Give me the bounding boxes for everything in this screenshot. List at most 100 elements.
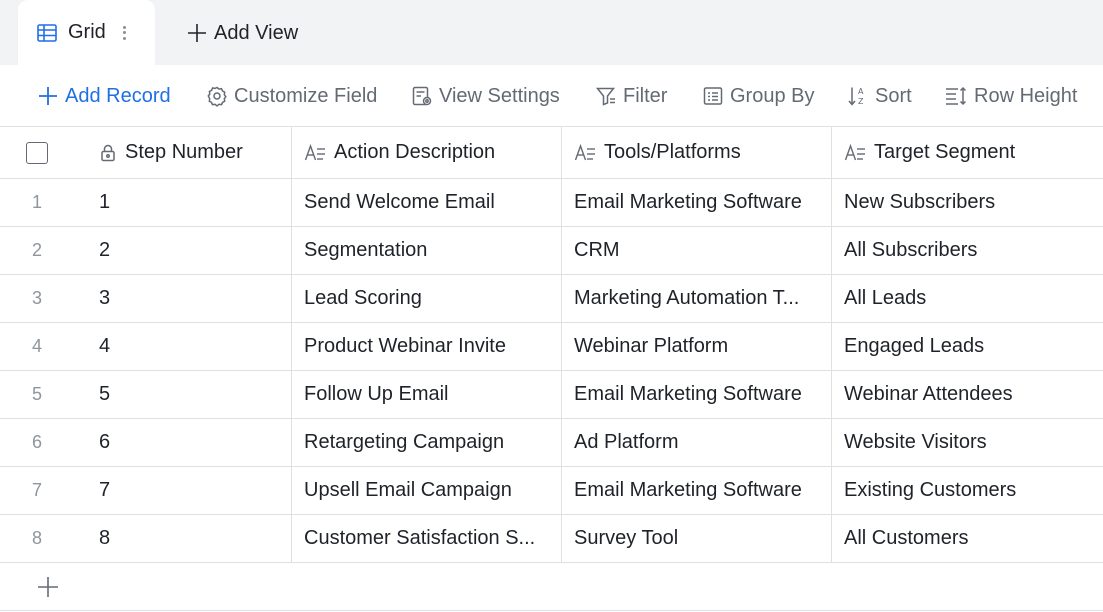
- column-header-target-segment[interactable]: Target Segment: [832, 127, 1103, 178]
- sort-button[interactable]: A Z Sort: [847, 81, 912, 111]
- cell-step-number[interactable]: 1: [88, 179, 292, 226]
- cell-tools-platforms[interactable]: Email Marketing Software: [562, 179, 832, 226]
- add-record-label: Add Record: [65, 84, 171, 107]
- table-icon: [36, 22, 58, 44]
- cell-value: Email Marketing Software: [574, 383, 802, 405]
- cell-value: 8: [99, 527, 111, 549]
- table-row[interactable]: 6 6 Retargeting Campaign Ad Platform Web…: [0, 419, 1103, 467]
- cell-value: Website Visitors: [844, 431, 987, 453]
- customize-field-button[interactable]: Customize Field: [206, 81, 377, 111]
- cell-action-description[interactable]: Send Welcome Email: [292, 179, 562, 226]
- select-all-checkbox[interactable]: [26, 141, 48, 164]
- table-row[interactable]: 1 1 Send Welcome Email Email Marketing S…: [0, 179, 1103, 227]
- plus-icon: [39, 87, 57, 105]
- cell-action-description[interactable]: Follow Up Email: [292, 371, 562, 418]
- header-row: Step Number Action Description Tools/Pla…: [0, 126, 1103, 179]
- cell-value: Retargeting Campaign: [304, 431, 505, 453]
- cell-value: Follow Up Email: [304, 383, 449, 405]
- cell-value: Product Webinar Invite: [304, 335, 506, 357]
- group-list-icon: [703, 87, 723, 105]
- cell-target-segment[interactable]: New Subscribers: [832, 179, 1103, 226]
- cell-target-segment[interactable]: All Customers: [832, 515, 1103, 562]
- table-row[interactable]: 3 3 Lead Scoring Marketing Automation T.…: [0, 275, 1103, 323]
- row-height-button[interactable]: Row Height: [944, 81, 1077, 111]
- table-row[interactable]: 2 2 Segmentation CRM All Subscribers: [0, 227, 1103, 275]
- sort-label: Sort: [875, 84, 912, 107]
- cell-target-segment[interactable]: Website Visitors: [832, 419, 1103, 466]
- cell-target-segment[interactable]: Webinar Attendees: [832, 371, 1103, 418]
- column-header-step-number[interactable]: Step Number: [88, 127, 292, 178]
- cell-value: CRM: [574, 239, 620, 261]
- cell-action-description[interactable]: Retargeting Campaign: [292, 419, 562, 466]
- group-by-button[interactable]: Group By: [702, 81, 814, 111]
- table-row[interactable]: 4 4 Product Webinar Invite Webinar Platf…: [0, 323, 1103, 371]
- cell-action-description[interactable]: Product Webinar Invite: [292, 323, 562, 370]
- cell-tools-platforms[interactable]: Email Marketing Software: [562, 371, 832, 418]
- column-header-label: Step Number: [125, 141, 243, 163]
- cell-value: Existing Customers: [844, 479, 1017, 501]
- text-field-icon: [844, 143, 865, 160]
- cell-value: Survey Tool: [574, 527, 679, 549]
- cell-action-description[interactable]: Customer Satisfaction S...: [292, 515, 562, 562]
- cell-tools-platforms[interactable]: Webinar Platform: [562, 323, 832, 370]
- cell-target-segment[interactable]: Engaged Leads: [832, 323, 1103, 370]
- cell-value: Email Marketing Software: [574, 479, 802, 501]
- column-header-label: Target Segment: [874, 141, 1016, 163]
- cell-value: All Customers: [844, 527, 969, 549]
- table-row[interactable]: 5 5 Follow Up Email Email Marketing Soft…: [0, 371, 1103, 419]
- cell-value: New Subscribers: [844, 191, 996, 213]
- add-record-button[interactable]: Add Record: [37, 81, 171, 111]
- cell-target-segment[interactable]: All Subscribers: [832, 227, 1103, 274]
- cell-value: Webinar Attendees: [844, 383, 1013, 405]
- table-row[interactable]: 8 8 Customer Satisfaction S... Survey To…: [0, 515, 1103, 563]
- select-all-cell: [0, 127, 88, 178]
- cell-tools-platforms[interactable]: CRM: [562, 227, 832, 274]
- lock-icon: [101, 144, 115, 161]
- view-settings-button[interactable]: View Settings: [411, 81, 560, 111]
- cell-step-number[interactable]: 4: [88, 323, 292, 370]
- text-field-icon: [574, 143, 595, 160]
- cell-tools-platforms[interactable]: Marketing Automation T...: [562, 275, 832, 322]
- cell-tools-platforms[interactable]: Ad Platform: [562, 419, 832, 466]
- tab-grid-label: Grid: [68, 21, 106, 43]
- tab-grid-view[interactable]: Grid: [18, 0, 155, 65]
- cell-value: 2: [99, 239, 111, 261]
- table-row[interactable]: 7 7 Upsell Email Campaign Email Marketin…: [0, 467, 1103, 515]
- cell-step-number[interactable]: 5: [88, 371, 292, 418]
- plus-icon[interactable]: [36, 575, 60, 599]
- view-tab-bar: Grid Add View: [0, 0, 1103, 65]
- cell-target-segment[interactable]: All Leads: [832, 275, 1103, 322]
- cell-tools-platforms[interactable]: Survey Tool: [562, 515, 832, 562]
- cell-action-description[interactable]: Segmentation: [292, 227, 562, 274]
- filter-label: Filter: [623, 84, 668, 107]
- cell-target-segment[interactable]: Existing Customers: [832, 467, 1103, 514]
- add-view-button[interactable]: Add View: [186, 18, 298, 48]
- cell-value: 4: [99, 335, 111, 357]
- cell-value: Segmentation: [304, 239, 428, 261]
- add-view-label: Add View: [214, 21, 299, 44]
- cell-step-number[interactable]: 2: [88, 227, 292, 274]
- column-header-tools-platforms[interactable]: Tools/Platforms: [562, 127, 832, 178]
- cell-action-description[interactable]: Upsell Email Campaign: [292, 467, 562, 514]
- filter-button[interactable]: Filter: [595, 81, 667, 111]
- cell-step-number[interactable]: 8: [88, 515, 292, 562]
- cell-value: Send Welcome Email: [304, 191, 495, 213]
- cell-value: All Subscribers: [844, 239, 978, 261]
- cell-action-description[interactable]: Lead Scoring: [292, 275, 562, 322]
- plus-icon: [188, 24, 206, 42]
- row-index: 7: [31, 480, 42, 500]
- row-index: 4: [31, 336, 42, 356]
- cell-value: 7: [99, 479, 111, 501]
- cell-step-number[interactable]: 3: [88, 275, 292, 322]
- row-index: 1: [31, 192, 42, 212]
- cell-value: Email Marketing Software: [574, 191, 802, 213]
- svg-text:A: A: [858, 87, 864, 96]
- column-header-action-description[interactable]: Action Description: [292, 127, 562, 178]
- column-header-label: Action Description: [334, 141, 496, 163]
- row-index: 6: [31, 432, 42, 452]
- cell-tools-platforms[interactable]: Email Marketing Software: [562, 467, 832, 514]
- more-options-icon[interactable]: [122, 23, 128, 43]
- cell-step-number[interactable]: 6: [88, 419, 292, 466]
- cell-value: Engaged Leads: [844, 335, 985, 357]
- cell-step-number[interactable]: 7: [88, 467, 292, 514]
